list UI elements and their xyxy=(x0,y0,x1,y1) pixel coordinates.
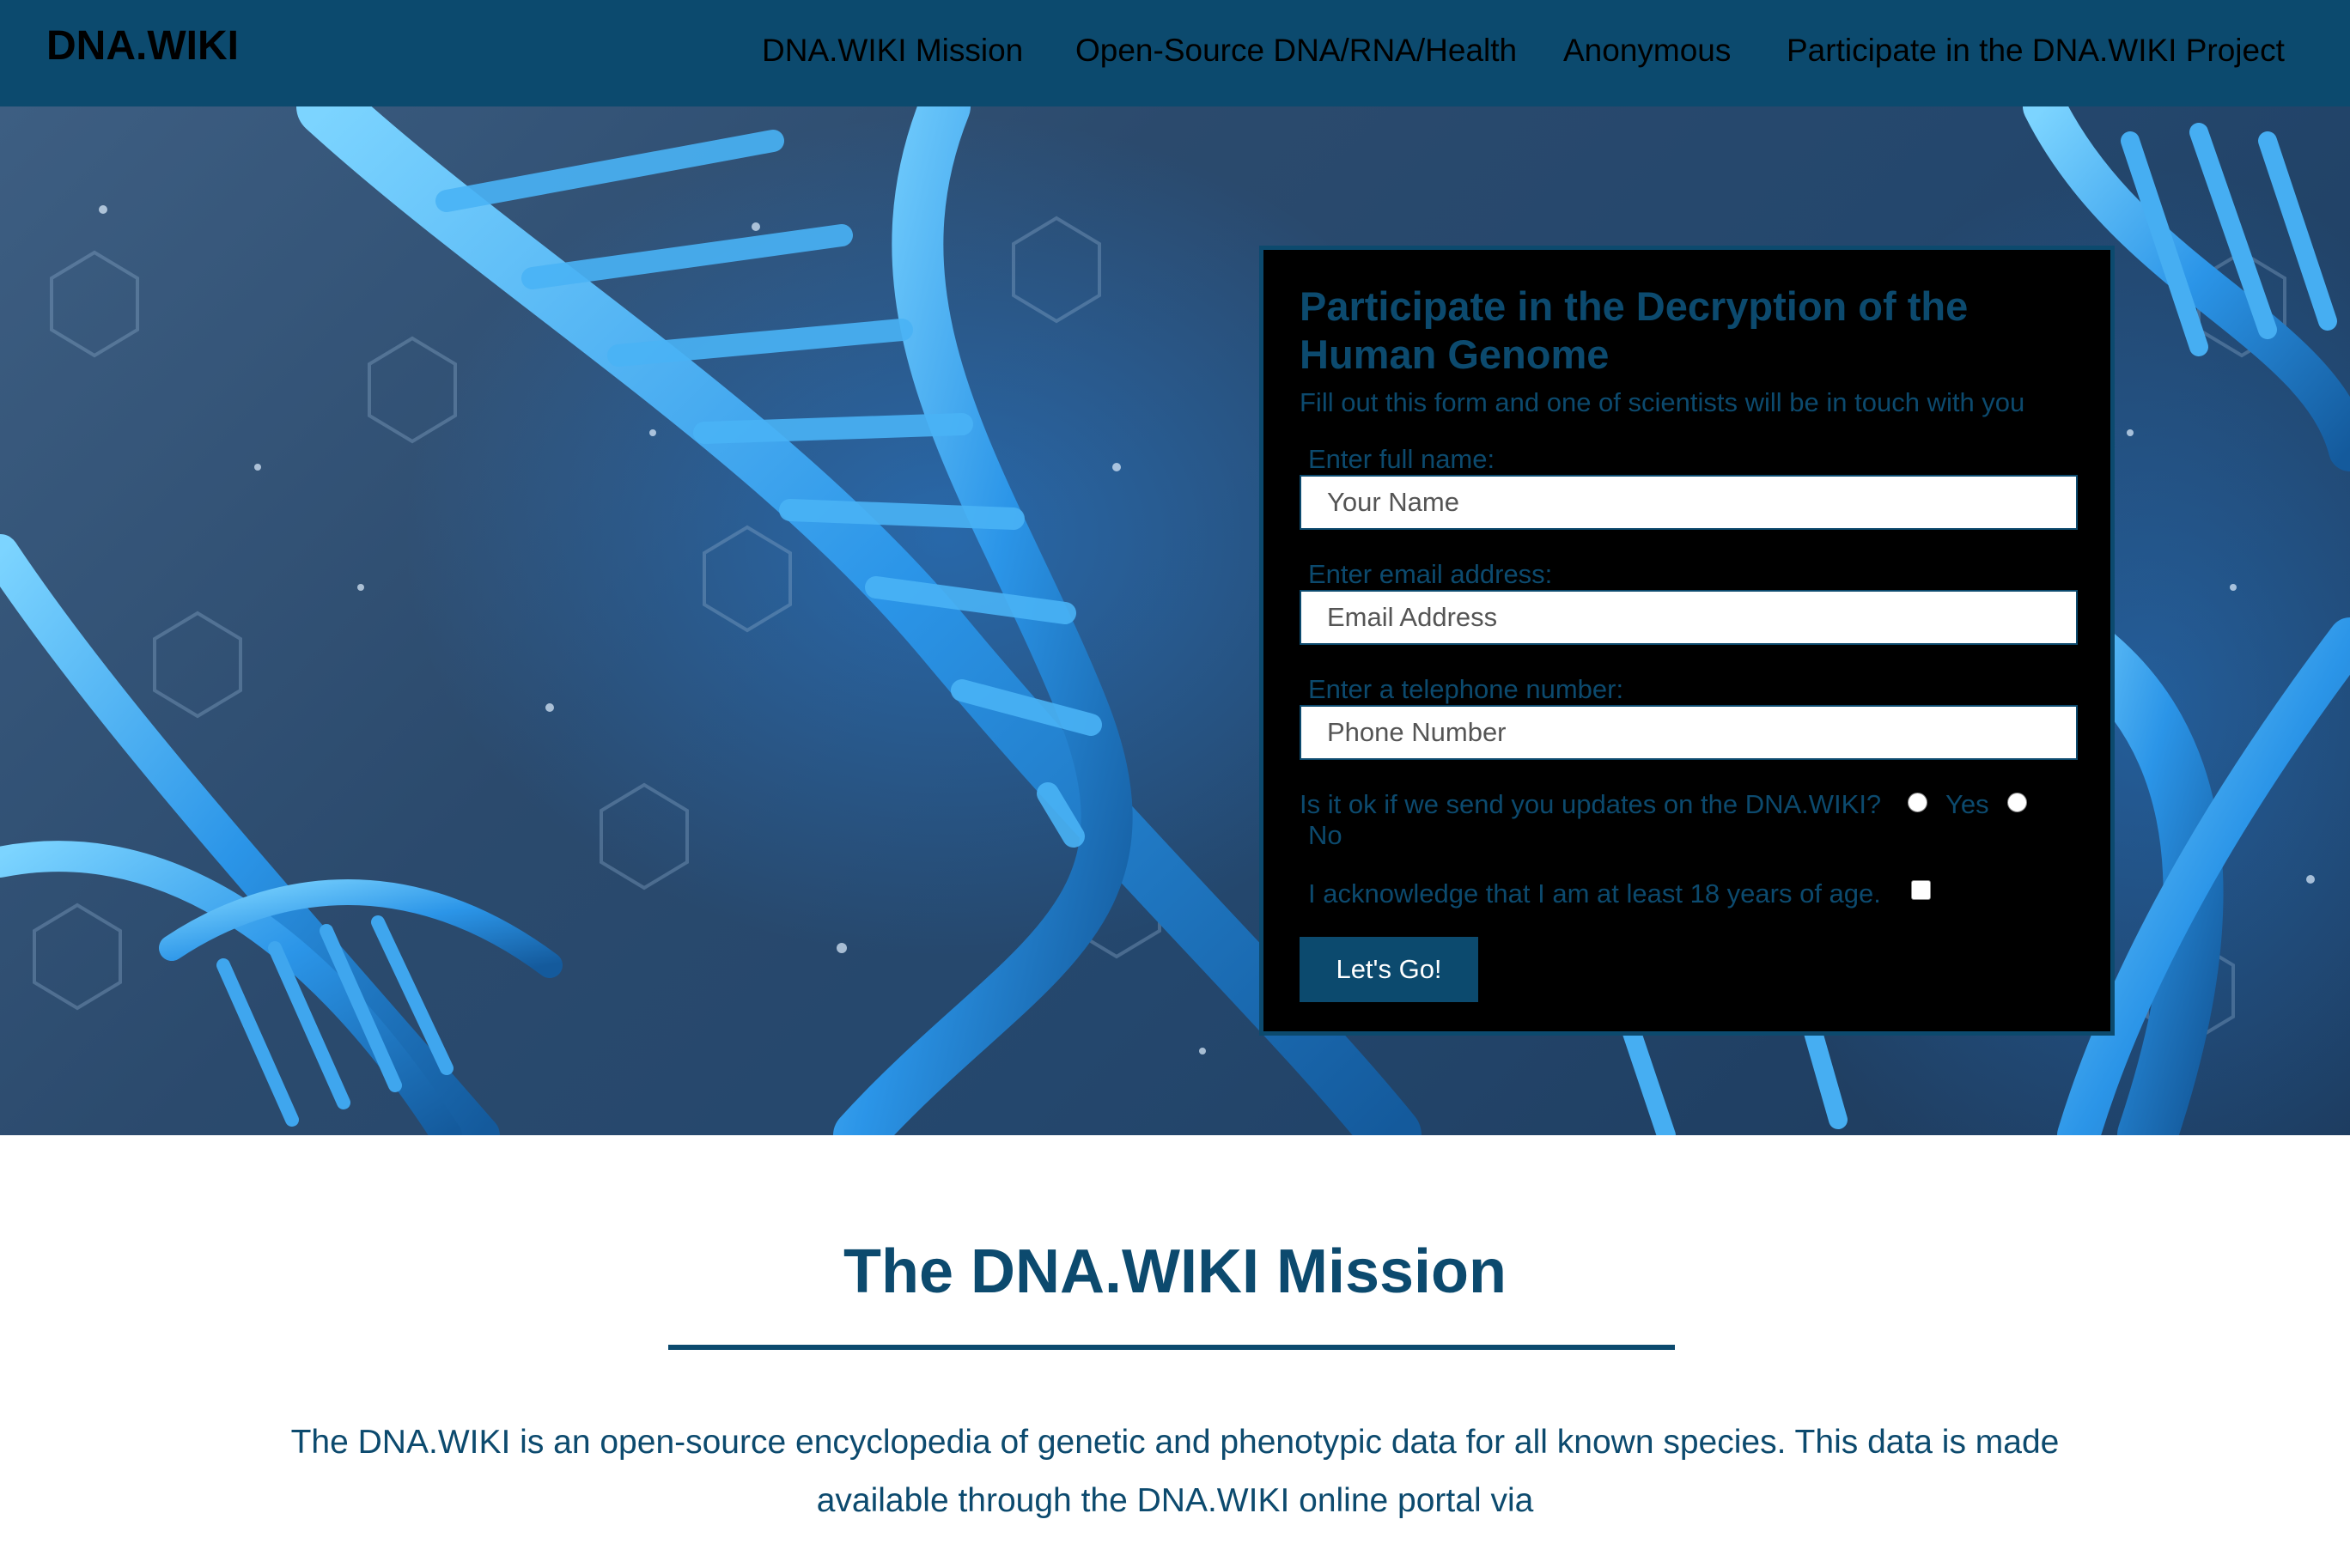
phone-input[interactable] xyxy=(1300,705,2078,760)
updates-question: Is it ok if we send you updates on the D… xyxy=(1300,789,1882,819)
phone-label: Enter a telephone number: xyxy=(1308,674,1624,704)
updates-no-radio[interactable] xyxy=(2007,793,2027,812)
site-header: DNA.WIKI DNA.WIKI Mission Open-Source DN… xyxy=(0,0,2350,106)
age-acknowledgement: I acknowledge that I am at least 18 year… xyxy=(1308,878,1881,909)
updates-yes-radio[interactable] xyxy=(1908,793,1927,812)
name-label: Enter full name: xyxy=(1308,444,1495,474)
hero-banner: Participate in the Decryption of the Hum… xyxy=(0,106,2350,1135)
email-input[interactable] xyxy=(1300,590,2078,645)
updates-no-label: No xyxy=(1308,820,1342,850)
email-label: Enter email address: xyxy=(1308,559,1553,589)
updates-yes-label: Yes xyxy=(1945,789,1989,819)
nav-item-anonymous[interactable]: Anonymous xyxy=(1563,33,1731,69)
age-checkbox[interactable] xyxy=(1911,880,1931,900)
main-nav: DNA.WIKI Mission Open-Source DNA/RNA/Hea… xyxy=(0,33,2350,76)
mission-paragraph: The DNA.WIKI is an open-source encyclope… xyxy=(290,1424,2060,1519)
mission-heading: The DNA.WIKI Mission xyxy=(843,1237,1507,1306)
form-title: Participate in the Decryption of the Hum… xyxy=(1300,283,1969,377)
submit-button[interactable]: Let's Go! xyxy=(1300,937,1478,1002)
nav-item-open-source[interactable]: Open-Source DNA/RNA/Health xyxy=(1075,33,1517,69)
nav-item-mission[interactable]: DNA.WIKI Mission xyxy=(762,33,1023,69)
full-name-input[interactable] xyxy=(1300,475,2078,530)
nav-item-participate[interactable]: Participate in the DNA.WIKI Project xyxy=(1787,33,2285,69)
mission-divider xyxy=(668,1345,1675,1350)
form-subtitle: Fill out this form and one of scientists… xyxy=(1300,387,2025,417)
participation-form: Participate in the Decryption of the Hum… xyxy=(1259,246,2115,1036)
